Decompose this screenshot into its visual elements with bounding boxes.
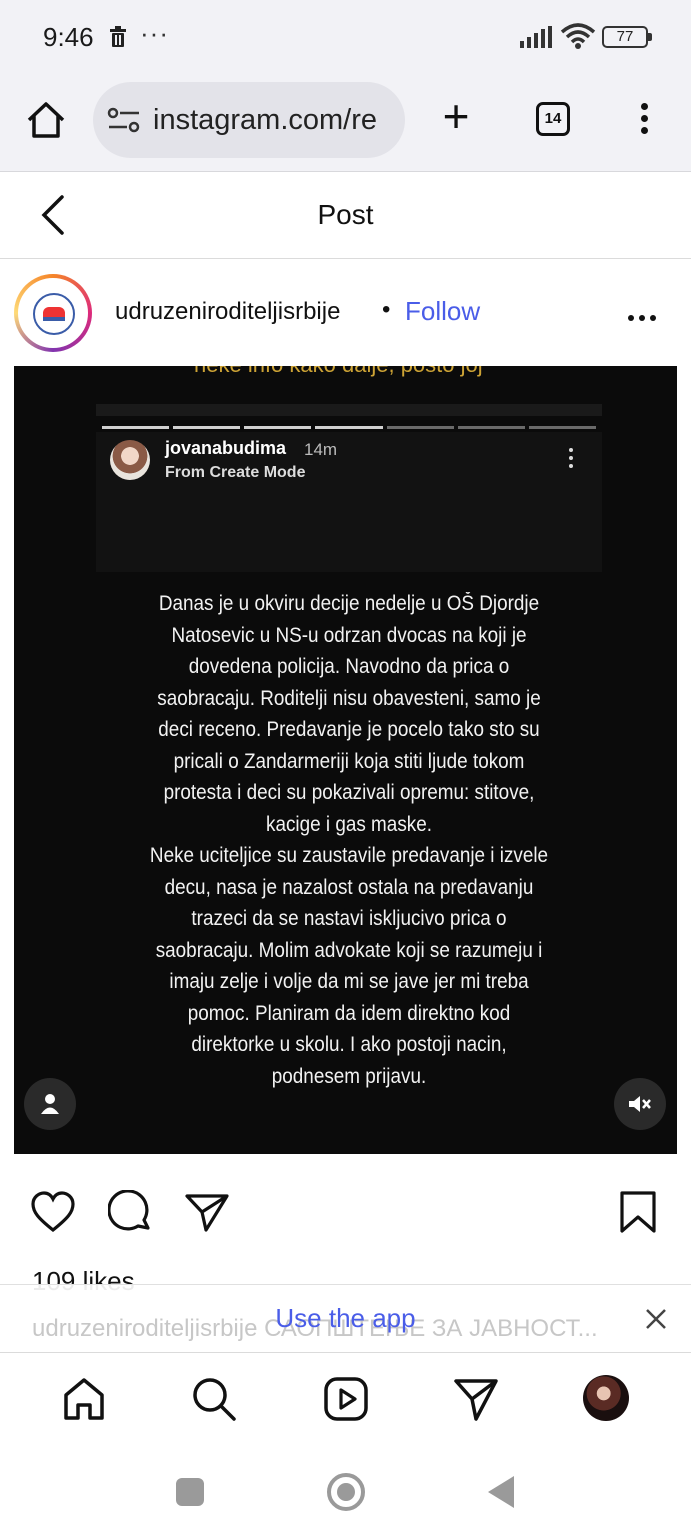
story-progress-bar [102, 426, 596, 429]
association-logo-icon [33, 293, 75, 335]
system-home-button[interactable] [327, 1473, 365, 1511]
speaker-muted-icon [629, 1096, 651, 1112]
author-username[interactable]: udruzeniroditeljisrbije [115, 298, 340, 326]
battery-icon: 77 [602, 26, 652, 48]
trash-icon [110, 26, 126, 47]
separator-dot: • [382, 296, 391, 323]
close-icon[interactable] [644, 1307, 668, 1331]
tagged-users-button[interactable] [24, 1078, 76, 1130]
home-icon[interactable] [60, 1375, 108, 1423]
comment-icon[interactable] [108, 1190, 154, 1234]
status-bar: 9:46 ··· 77 [0, 0, 691, 76]
use-app-banner: udruzeniroditeljisrbije САОПШТЕЊЕ ЗА ЈАВ… [0, 1284, 691, 1352]
search-icon[interactable] [190, 1375, 238, 1423]
mute-button[interactable] [614, 1078, 666, 1130]
system-back-button[interactable] [488, 1476, 514, 1508]
story-user-avatar [110, 440, 150, 480]
post-header: Post [0, 173, 691, 259]
post-actions: 109 likes [0, 1154, 691, 1296]
story-timestamp: 14m [304, 440, 338, 459]
status-more-dots: ··· [140, 18, 169, 48]
story-cropped-text: neke info kako dalje, posto joj [194, 366, 483, 378]
home-icon[interactable] [24, 98, 68, 142]
browser-toolbar: instagram.com/re + 14 [0, 76, 691, 172]
wifi-icon [560, 23, 596, 49]
author-avatar[interactable] [14, 274, 92, 352]
post-author-row: udruzeniroditeljisrbije • Follow [0, 260, 691, 366]
follow-button[interactable]: Follow [405, 296, 480, 327]
new-tab-button[interactable]: + [436, 93, 476, 142]
profile-avatar[interactable] [583, 1375, 629, 1421]
story-body-text: Danas je u okviru decije nedelje u OŠ Dj… [149, 592, 549, 1088]
bookmark-icon[interactable] [616, 1190, 662, 1234]
system-navigation-bar [0, 1448, 691, 1536]
url-text: instagram.com/re [153, 104, 378, 136]
bottom-navigation [0, 1352, 691, 1448]
share-icon[interactable] [184, 1190, 230, 1234]
page-title: Post [317, 199, 374, 230]
story-frame-band [96, 404, 602, 416]
person-icon [41, 1094, 59, 1114]
tab-switcher-button[interactable]: 14 [536, 102, 570, 136]
address-bar[interactable]: instagram.com/re [93, 82, 405, 158]
signal-icon [520, 26, 552, 48]
use-the-app-link[interactable]: Use the app [0, 1303, 691, 1334]
heart-icon[interactable] [30, 1190, 76, 1234]
story-username: jovanabudima [165, 438, 287, 458]
status-time: 9:46 [43, 22, 94, 52]
recents-button[interactable] [176, 1478, 204, 1506]
reels-icon[interactable] [322, 1375, 370, 1423]
more-options-icon[interactable] [628, 308, 662, 321]
story-kebab-icon [568, 448, 574, 470]
direct-message-icon[interactable] [452, 1375, 500, 1423]
post-image[interactable]: neke info kako dalje, posto joj jovanabu… [14, 366, 677, 1154]
story-subtitle: From Create Mode [165, 464, 306, 481]
site-settings-icon[interactable] [107, 106, 141, 134]
browser-menu-icon[interactable] [632, 100, 656, 140]
